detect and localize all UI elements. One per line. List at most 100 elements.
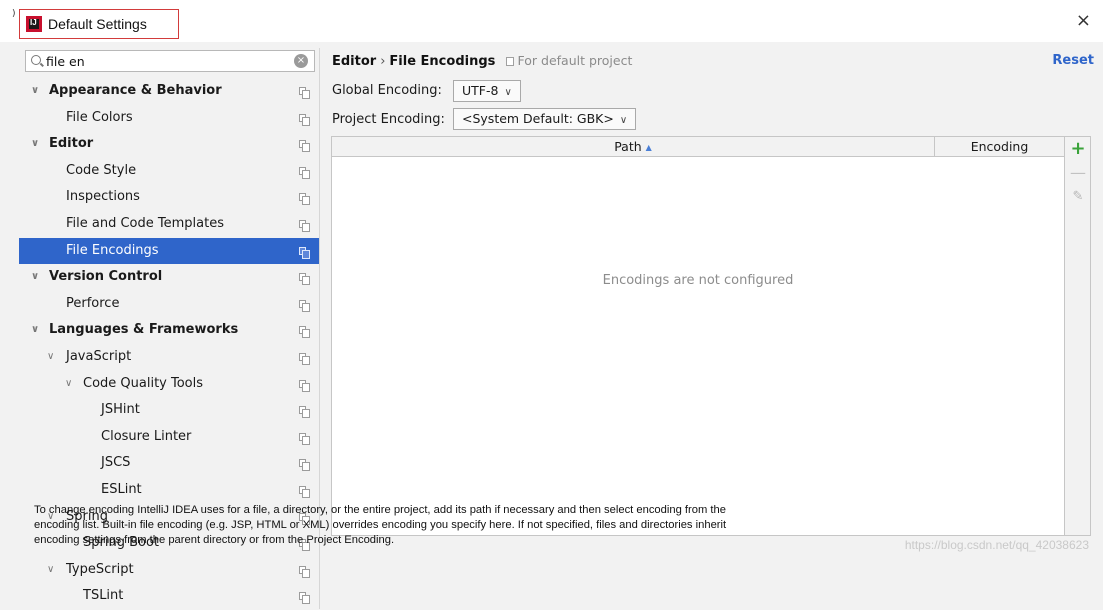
breadcrumb: Editor › File Encodings For default projec… xyxy=(332,53,632,69)
tree-item[interactable]: ∨ Appearance & Behavior xyxy=(19,78,319,105)
tree-item-label: Editor xyxy=(49,136,94,152)
reset-link[interactable]: Reset xyxy=(1052,53,1094,68)
project-settings-icon xyxy=(299,432,310,445)
empty-table-message: Encodings are not configured xyxy=(602,273,794,288)
project-settings-icon xyxy=(299,379,310,392)
window-title: Default Settings xyxy=(48,16,147,32)
project-settings-icon xyxy=(299,273,310,286)
project-settings-icon xyxy=(299,565,310,578)
title-bar-mark: ) xyxy=(12,9,16,19)
project-settings-icon xyxy=(299,246,310,259)
tree-item[interactable]: File Colors xyxy=(19,105,319,132)
column-header-encoding[interactable]: Encoding xyxy=(935,137,1064,156)
project-encoding-select[interactable]: <System Default: GBK> ∨ xyxy=(453,108,637,130)
tree-item[interactable]: ∨ TypeScript xyxy=(19,557,319,584)
chevron-down-icon[interactable]: ∨ xyxy=(65,371,72,398)
table-header: Path ▲ Encoding xyxy=(332,137,1064,157)
tree-item[interactable]: File Encodings xyxy=(19,237,319,265)
global-encoding-value: UTF-8 xyxy=(462,83,499,98)
project-settings-icon xyxy=(299,113,310,126)
tree-item-label: Code Style xyxy=(66,162,137,178)
tree-item[interactable]: ∨ Editor xyxy=(19,131,319,158)
project-settings-icon xyxy=(299,219,310,232)
chevron-down-icon: ∨ xyxy=(619,115,628,126)
settings-search-box[interactable]: × xyxy=(25,50,315,72)
chevron-down-icon[interactable]: ∨ xyxy=(47,557,54,584)
tree-item-label: Closure Linter xyxy=(101,428,192,444)
tree-item-label: TSLint xyxy=(83,588,124,604)
project-settings-icon xyxy=(299,352,310,365)
tree-item-label: JSHint xyxy=(101,402,140,418)
tree-item-label: File Encodings xyxy=(66,242,159,258)
chevron-down-icon[interactable]: ∨ xyxy=(31,78,39,105)
intellij-app-icon: IJ xyxy=(26,16,42,32)
project-settings-icon xyxy=(299,406,310,419)
watermark: https://blog.csdn.net/qq_42038623 xyxy=(904,538,1089,552)
tree-item-label: Perforce xyxy=(66,295,120,311)
project-encoding-label: Project Encoding: xyxy=(332,112,445,127)
tree-item-label: Code Quality Tools xyxy=(83,375,204,391)
sort-ascending-icon: ▲ xyxy=(645,143,652,152)
edit-icon[interactable]: ✎ xyxy=(1065,185,1091,209)
tree-item-label: File and Code Templates xyxy=(66,215,224,231)
chevron-down-icon[interactable]: ∨ xyxy=(31,131,39,158)
tree-item[interactable]: Inspections xyxy=(19,184,319,211)
project-settings-icon xyxy=(299,459,310,472)
tree-item[interactable]: ∨ Code Quality Tools xyxy=(19,371,319,398)
help-description: To change encoding IntelliJ IDEA uses fo… xyxy=(34,504,727,546)
project-encoding-value: <System Default: GBK> xyxy=(462,111,614,126)
column-header-path[interactable]: Path ▲ xyxy=(332,137,935,156)
tree-item-label: TypeScript xyxy=(66,561,134,577)
project-settings-icon xyxy=(299,485,310,498)
tree-item-label: JavaScript xyxy=(66,348,132,364)
add-icon[interactable]: + xyxy=(1065,137,1091,161)
tree-item-label: Appearance & Behavior xyxy=(49,83,222,98)
global-encoding-label: Global Encoding: xyxy=(332,83,442,98)
clear-search-icon[interactable]: × xyxy=(294,54,308,68)
app-icon-text: IJ xyxy=(30,18,37,27)
tree-item[interactable]: ∨ Version Control xyxy=(19,264,319,291)
chevron-down-icon[interactable]: ∨ xyxy=(31,317,39,344)
chevron-down-icon[interactable]: ∨ xyxy=(31,264,39,291)
tree-item-label: Version Control xyxy=(49,269,163,285)
search-icon xyxy=(31,55,41,65)
tree-item-label: Inspections xyxy=(66,189,140,205)
column-header-path-label: Path xyxy=(614,139,642,154)
breadcrumb-separator: › xyxy=(380,54,386,69)
tree-item[interactable]: Code Style xyxy=(19,158,319,185)
tree-item-label: JSCS xyxy=(101,455,131,471)
breadcrumb-page: File Encodings xyxy=(389,54,496,69)
project-settings-icon xyxy=(299,592,310,605)
default-project-icon xyxy=(505,57,514,66)
chevron-down-icon: ∨ xyxy=(504,87,512,98)
tree-item[interactable]: File and Code Templates xyxy=(19,211,319,238)
tree-item[interactable]: ESLint xyxy=(19,477,319,504)
project-settings-icon xyxy=(299,193,310,206)
tree-item[interactable]: ∨ Languages & Frameworks xyxy=(19,317,319,344)
tree-item-label: Languages & Frameworks xyxy=(49,322,239,338)
tree-item-label: ESLint xyxy=(101,481,142,497)
tree-item[interactable]: Perforce xyxy=(19,291,319,318)
breadcrumb-scope-label: For default project xyxy=(517,53,633,68)
project-settings-icon xyxy=(299,166,310,179)
breadcrumb-scope: For default project xyxy=(505,53,633,68)
project-settings-icon xyxy=(299,299,310,312)
title-bar: ) IJ Default Settings × xyxy=(0,0,1103,42)
search-input[interactable] xyxy=(46,52,286,70)
breadcrumb-section: Editor xyxy=(332,54,377,69)
chevron-down-icon[interactable]: ∨ xyxy=(47,344,54,371)
global-encoding-select[interactable]: UTF-8 ∨ xyxy=(453,80,521,102)
project-settings-icon xyxy=(299,87,310,99)
encodings-table[interactable]: Path ▲ Encoding Encodings are not configu… xyxy=(331,136,1065,536)
tree-item[interactable]: Closure Linter xyxy=(19,424,319,451)
tree-item[interactable]: TSLint xyxy=(19,583,319,610)
remove-icon[interactable]: — xyxy=(1065,161,1091,185)
tree-item[interactable]: ∨ JavaScript xyxy=(19,344,319,371)
tree-item[interactable]: JSHint xyxy=(19,397,319,424)
project-settings-icon xyxy=(299,326,310,339)
tree-item-label: File Colors xyxy=(66,109,133,125)
table-toolbar: + — ✎ xyxy=(1065,136,1091,536)
tree-item[interactable]: JSCS xyxy=(19,450,319,477)
close-icon[interactable]: × xyxy=(1076,12,1091,30)
project-settings-icon xyxy=(299,140,310,153)
